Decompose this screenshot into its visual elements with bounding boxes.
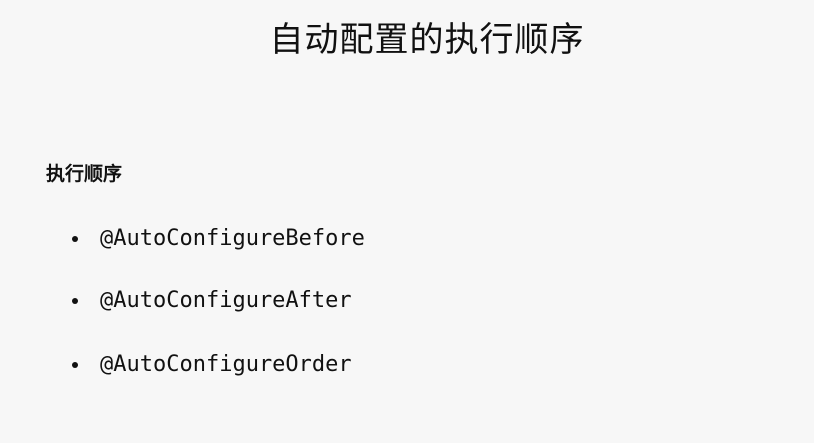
bullet-icon xyxy=(72,362,78,368)
section-heading: 执行顺序 xyxy=(46,163,123,185)
bullet-icon xyxy=(72,298,78,304)
slide: 自动配置的执行顺序 执行顺序 @AutoConfigureBefore @Aut… xyxy=(0,0,814,443)
list-item-text: @AutoConfigureAfter xyxy=(100,288,352,313)
slide-title: 自动配置的执行顺序 xyxy=(269,20,585,60)
list-item-text: @AutoConfigureOrder xyxy=(100,352,352,377)
list-item-text: @AutoConfigureBefore xyxy=(100,226,365,251)
bullet-icon xyxy=(72,236,78,242)
